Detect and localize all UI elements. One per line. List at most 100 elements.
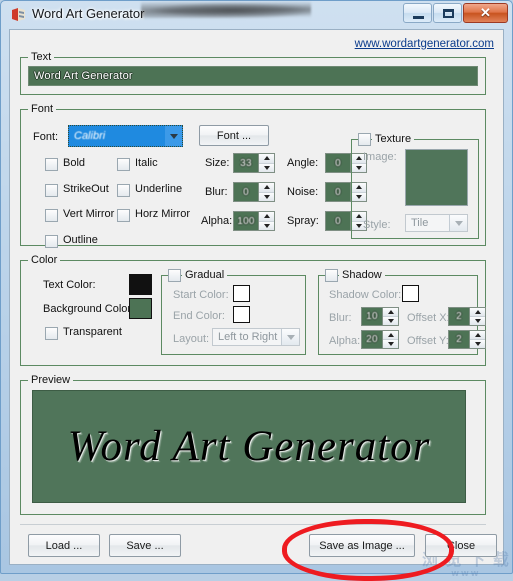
preview-canvas[interactable]: Word Art Generator bbox=[32, 390, 466, 503]
shadow-blur-arrows[interactable] bbox=[382, 308, 398, 325]
size-stepper-arrows[interactable] bbox=[258, 154, 274, 172]
offset-y-value: 2 bbox=[456, 334, 462, 345]
window-title: Word Art Generator bbox=[32, 6, 145, 21]
site-watermark-sub: WWW bbox=[451, 570, 481, 578]
font-dialog-button[interactable]: Font ... bbox=[199, 125, 269, 146]
alpha-decrement[interactable] bbox=[259, 220, 274, 230]
shadow-alpha-value: 20 bbox=[366, 334, 378, 345]
alpha-stepper-arrows[interactable] bbox=[258, 212, 274, 230]
chevron-down-icon bbox=[165, 126, 182, 146]
gradual-group: Gradual Start Color: End Color: Layout: … bbox=[161, 269, 306, 355]
offset-y-decrement[interactable] bbox=[470, 339, 485, 348]
gradual-group-label: Gradual bbox=[182, 269, 228, 281]
blur-value: 0 bbox=[243, 186, 249, 198]
shadow-alpha-stepper[interactable]: 20 bbox=[361, 330, 399, 349]
start-color-swatch[interactable] bbox=[233, 285, 250, 302]
preview-text: Word Art Generator bbox=[67, 423, 431, 470]
noise-label: Noise: bbox=[287, 186, 319, 198]
text-color-swatch[interactable] bbox=[129, 274, 152, 295]
shadow-blur-value: 10 bbox=[366, 311, 378, 322]
chevron-down-icon bbox=[449, 215, 467, 231]
shadow-blur-label: Blur: bbox=[329, 312, 352, 324]
angle-label: Angle: bbox=[287, 157, 319, 169]
outline-label: Outline bbox=[63, 234, 98, 246]
horz-mirror-checkbox[interactable] bbox=[117, 209, 130, 222]
layout-value: Left to Right bbox=[218, 331, 278, 343]
font-select[interactable]: Calibri bbox=[68, 125, 183, 147]
save-button[interactable]: Save ... bbox=[109, 534, 181, 557]
shadow-alpha-label: Alpha: bbox=[329, 335, 361, 347]
load-button[interactable]: Load ... bbox=[28, 534, 100, 557]
size-stepper[interactable]: 33 bbox=[233, 153, 275, 173]
client-area: www.wordartgenerator.com Text Word Art G… bbox=[9, 29, 509, 581]
transparent-checkbox[interactable] bbox=[45, 327, 58, 340]
chevron-down-icon bbox=[281, 329, 299, 345]
shadow-blur-increment[interactable] bbox=[383, 308, 398, 316]
size-increment[interactable] bbox=[259, 154, 274, 163]
window-controls: ✕ bbox=[402, 3, 508, 25]
offset-x-label: Offset X: bbox=[407, 312, 450, 324]
shadow-group-label: Shadow bbox=[339, 269, 385, 281]
background-color-swatch[interactable] bbox=[129, 298, 152, 319]
offset-x-stepper[interactable]: 2 bbox=[448, 307, 486, 326]
blur-decrement[interactable] bbox=[259, 191, 274, 201]
close-dialog-button[interactable]: Close bbox=[425, 534, 497, 557]
color-group: Color Text Color: Background Color Trans… bbox=[20, 254, 486, 366]
shadow-alpha-increment[interactable] bbox=[383, 331, 398, 339]
app-icon bbox=[10, 6, 28, 24]
minimize-button[interactable] bbox=[403, 3, 432, 23]
gradual-checkbox[interactable] bbox=[168, 269, 181, 282]
layout-label: Layout: bbox=[173, 333, 210, 345]
strikeout-checkbox[interactable] bbox=[45, 184, 58, 197]
shadow-color-swatch[interactable] bbox=[402, 285, 419, 302]
offset-y-increment[interactable] bbox=[470, 331, 485, 339]
close-icon: ✕ bbox=[480, 5, 491, 20]
shadow-blur-decrement[interactable] bbox=[383, 316, 398, 325]
strikeout-label: StrikeOut bbox=[63, 183, 109, 195]
alpha-value: 100 bbox=[237, 215, 255, 227]
texture-checkbox[interactable] bbox=[358, 133, 371, 146]
text-input[interactable]: Word Art Generator bbox=[28, 66, 478, 86]
website-link[interactable]: www.wordartgenerator.com bbox=[355, 38, 494, 50]
shadow-alpha-decrement[interactable] bbox=[383, 339, 398, 348]
vert-mirror-label: Vert Mirror bbox=[63, 208, 115, 220]
blur-increment[interactable] bbox=[259, 183, 274, 192]
bold-label: Bold bbox=[63, 157, 86, 169]
offset-x-arrows[interactable] bbox=[469, 308, 485, 325]
offset-y-arrows[interactable] bbox=[469, 331, 485, 348]
start-color-label: Start Color: bbox=[173, 289, 229, 301]
shadow-alpha-arrows[interactable] bbox=[382, 331, 398, 348]
offset-x-increment[interactable] bbox=[470, 308, 485, 316]
font-label: Font: bbox=[33, 131, 59, 143]
outline-checkbox[interactable] bbox=[45, 235, 58, 248]
save-as-image-button[interactable]: Save as Image ... bbox=[309, 534, 415, 557]
background-color-label: Background Color bbox=[43, 303, 132, 315]
offset-x-decrement[interactable] bbox=[470, 316, 485, 325]
alpha-label: Alpha: bbox=[201, 215, 233, 227]
maximize-button[interactable] bbox=[433, 3, 462, 23]
texture-style-select[interactable]: Tile bbox=[405, 214, 468, 232]
angle-value: 0 bbox=[335, 157, 341, 169]
underline-label: Underline bbox=[135, 183, 183, 195]
shadow-blur-stepper[interactable]: 10 bbox=[361, 307, 399, 326]
texture-image-preview[interactable] bbox=[405, 149, 468, 206]
blur-stepper[interactable]: 0 bbox=[233, 182, 275, 202]
footer-divider bbox=[20, 524, 486, 525]
alpha-stepper[interactable]: 100 bbox=[233, 211, 275, 231]
bold-checkbox[interactable] bbox=[45, 158, 58, 171]
end-color-swatch[interactable] bbox=[233, 306, 250, 323]
size-decrement[interactable] bbox=[259, 162, 274, 172]
shadow-checkbox[interactable] bbox=[325, 269, 338, 282]
layout-select[interactable]: Left to Right bbox=[212, 328, 300, 346]
italic-label: Italic bbox=[135, 157, 158, 169]
italic-checkbox[interactable] bbox=[117, 158, 130, 171]
underline-checkbox[interactable] bbox=[117, 184, 130, 197]
vert-mirror-checkbox[interactable] bbox=[45, 209, 58, 222]
blur-stepper-arrows[interactable] bbox=[258, 183, 274, 201]
title-bar: Word Art Generator ✕ bbox=[1, 1, 512, 29]
texture-group-label: Texture bbox=[372, 133, 415, 145]
texture-image-label: Image: bbox=[363, 151, 397, 163]
alpha-increment[interactable] bbox=[259, 212, 274, 221]
close-button[interactable]: ✕ bbox=[463, 3, 508, 23]
offset-y-stepper[interactable]: 2 bbox=[448, 330, 486, 349]
